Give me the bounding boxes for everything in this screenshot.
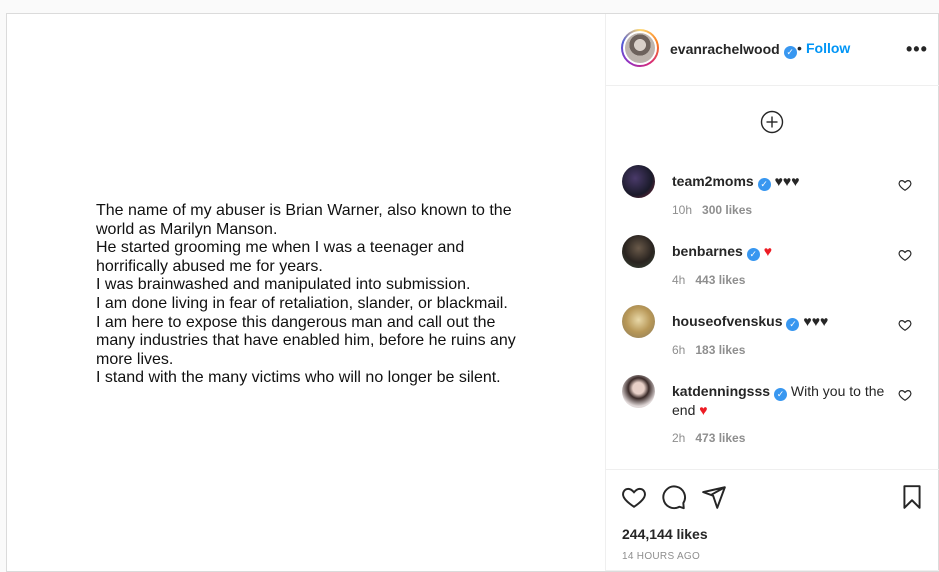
black-heart-emoji: ♥ [782, 173, 792, 189]
comment-time[interactable]: 2h [672, 431, 685, 445]
like-comment-icon[interactable] [898, 318, 912, 332]
verified-icon: ✓ [783, 46, 797, 59]
comment-avatar[interactable] [622, 305, 655, 338]
comment-avatar[interactable] [622, 375, 655, 408]
comment-avatar[interactable] [622, 235, 655, 268]
likes-count[interactable]: 244,144 likes [622, 526, 708, 542]
verified-icon: ✓ [786, 318, 800, 331]
separator-dot: • [797, 40, 802, 56]
verified-icon: ✓ [757, 178, 771, 191]
black-heart-emoji: ♥ [820, 313, 829, 329]
post-line: The name of my abuser is Brian Warner, a… [96, 202, 512, 238]
post-line: I was brainwashed and manipulated into s… [96, 276, 471, 294]
black-heart-emoji: ♥ [811, 313, 820, 329]
post-line: I stand with the many victims who will n… [96, 369, 501, 387]
post-frame: The name of my abuser is Brian Warner, a… [6, 13, 939, 572]
red-heart-emoji: ♥ [763, 243, 773, 259]
post-timestamp[interactable]: 14 HOURS AGO [622, 551, 700, 562]
load-more-comments-icon[interactable] [760, 110, 784, 134]
avatar[interactable] [621, 29, 659, 67]
side-panel: evanrachelwood ✓ • Follow ••• team2moms ✓ … [605, 14, 939, 571]
comment-time[interactable]: 6h [672, 343, 685, 357]
verified-icon: ✓ [746, 248, 760, 261]
comment-likes[interactable]: 183 likes [695, 343, 745, 357]
username-link[interactable]: evanrachelwood ✓ [670, 41, 797, 59]
post-text: The name of my abuser is Brian Warner, a… [96, 202, 516, 388]
post-actions: 244,144 likes 14 HOURS AGO [606, 469, 939, 571]
comment-username[interactable]: katdenningsss [672, 383, 770, 399]
comment-likes[interactable]: 300 likes [702, 203, 752, 217]
black-heart-emoji: ♥ [774, 173, 783, 189]
like-icon[interactable] [621, 484, 647, 510]
username: evanrachelwood [670, 41, 780, 57]
comment-meta: 4h 443 likes [672, 273, 745, 287]
like-comment-icon[interactable] [898, 248, 912, 262]
comment-likes[interactable]: 443 likes [695, 273, 745, 287]
avatar-image [625, 33, 655, 63]
comment-time[interactable]: 4h [672, 273, 685, 287]
red-heart-emoji: ♥ [699, 402, 708, 418]
follow-button[interactable]: Follow [806, 40, 850, 56]
black-heart-emoji: ♥ [803, 313, 812, 329]
post-image: The name of my abuser is Brian Warner, a… [7, 14, 605, 571]
bookmark-icon[interactable] [899, 484, 925, 510]
more-options-icon[interactable]: ••• [906, 39, 928, 60]
comment-meta: 2h 473 likes [672, 431, 745, 445]
divider [606, 570, 939, 571]
comment-icon[interactable] [661, 484, 687, 510]
like-comment-icon[interactable] [898, 388, 912, 402]
share-icon[interactable] [701, 484, 727, 510]
comment-avatar[interactable] [622, 165, 655, 198]
like-comment-icon[interactable] [898, 178, 912, 192]
comment-likes[interactable]: 473 likes [695, 431, 745, 445]
black-heart-emoji: ♥ [791, 173, 800, 189]
post-line: I am done living in fear of retaliation,… [96, 294, 508, 312]
post-line: I am here to expose this dangerous man a… [96, 313, 516, 368]
verified-icon: ✓ [774, 388, 788, 401]
comment-meta: 6h 183 likes [672, 343, 745, 357]
comment-time[interactable]: 10h [672, 203, 692, 217]
comment-username[interactable]: team2moms [672, 173, 754, 189]
post-header: evanrachelwood ✓ • Follow ••• [606, 14, 939, 86]
comments-list: team2moms ✓ ♥♥♥ 10h 300 likes benbarnes ✓ ♥ [606, 159, 939, 469]
post-line: He started grooming me when I was a teen… [96, 239, 465, 275]
comment-meta: 10h 300 likes [672, 203, 752, 217]
comment-username[interactable]: houseofvenskus [672, 313, 782, 329]
comment-username[interactable]: benbarnes [672, 243, 743, 259]
